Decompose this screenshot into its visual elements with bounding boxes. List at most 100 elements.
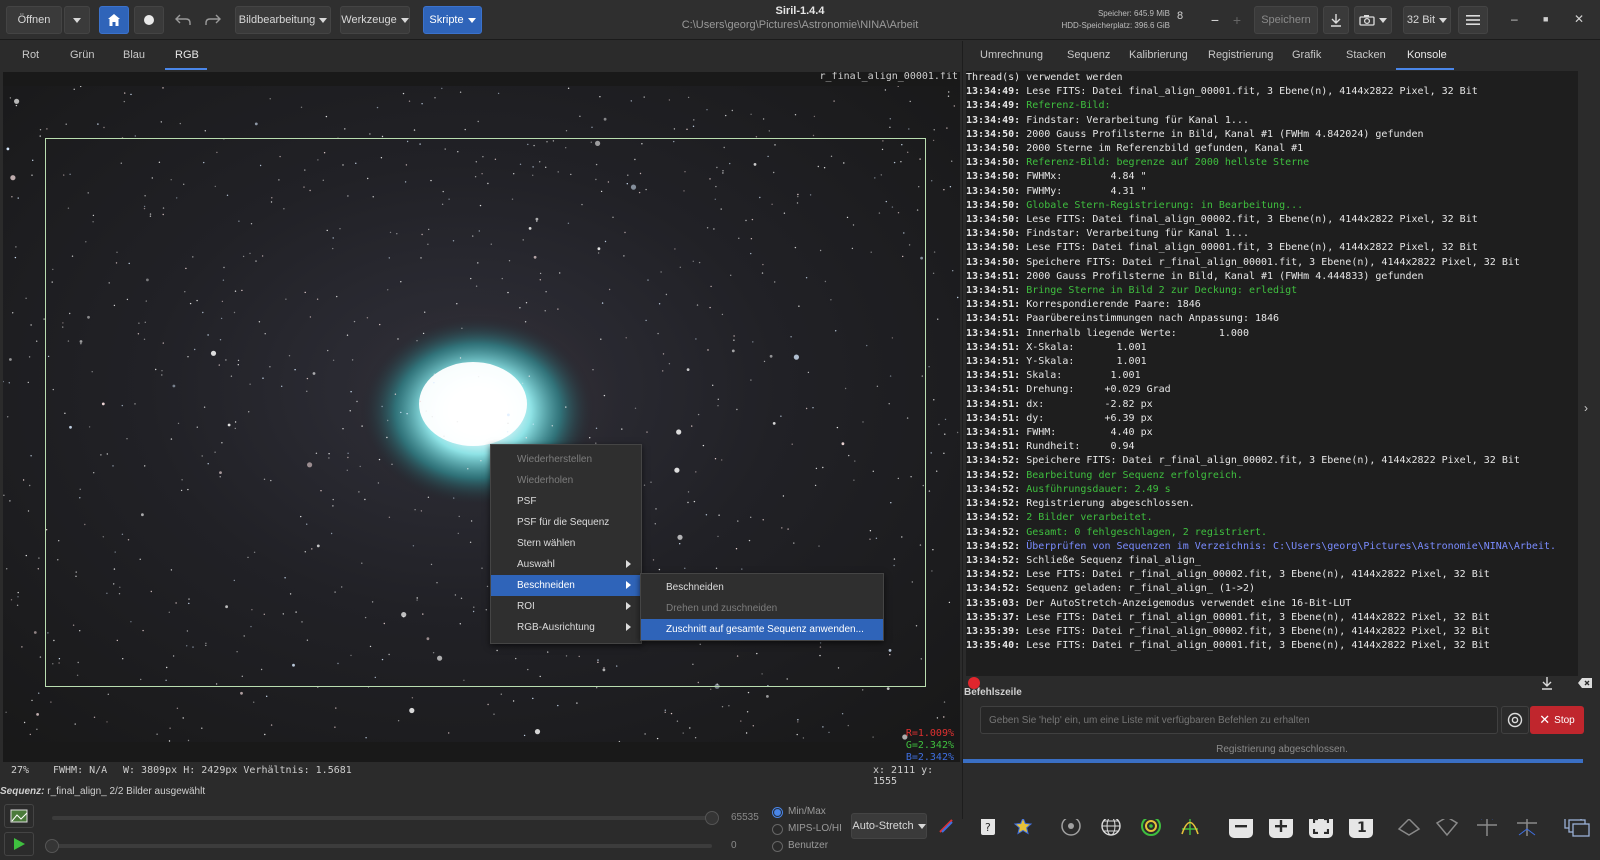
main-menu-button[interactable] xyxy=(1458,6,1488,34)
svg-text:1: 1 xyxy=(1357,820,1367,833)
tab-plot[interactable]: Grafik xyxy=(1292,49,1321,61)
stat-red: R=1.009% xyxy=(905,728,954,739)
threads-increase-button[interactable]: + xyxy=(1226,6,1248,34)
context-menu-item[interactable]: Wiederholen xyxy=(491,470,641,491)
color-map-button[interactable] xyxy=(931,811,961,841)
threads-decrease-button[interactable]: − xyxy=(1204,6,1226,34)
chevron-right-icon xyxy=(626,623,631,631)
max-slider-value: 65535 xyxy=(731,812,759,823)
menu-item-label: Wiederholen xyxy=(517,475,574,486)
tab-sequence[interactable]: Sequenz xyxy=(1067,49,1110,61)
console-timestamp: 13:34:52: xyxy=(966,512,1021,524)
tab-rgb[interactable]: RGB xyxy=(175,49,199,61)
command-input[interactable] xyxy=(980,706,1498,734)
tab-console[interactable]: Konsole xyxy=(1407,49,1447,61)
console-timestamp: 13:34:51: xyxy=(966,412,1021,424)
context-menu-item[interactable]: Stern wählen xyxy=(491,533,641,554)
console-line: 13:34:51: Y-Skala: 1.001 xyxy=(966,355,1578,369)
console-timestamp: 13:35:40: xyxy=(966,640,1021,652)
tab-conversion[interactable]: Umrechnung xyxy=(980,49,1043,61)
threads-value[interactable]: 8 xyxy=(1177,10,1197,22)
save-as-button[interactable] xyxy=(1323,6,1349,34)
disk-space: HDD-Speicherplatz: 396.6 GiB xyxy=(1061,21,1171,30)
scripts-menu[interactable]: Skripte xyxy=(423,6,482,34)
close-button[interactable]: ✕ xyxy=(1574,12,1584,26)
console-line: 13:34:50: 2000 Gauss Profilsterne in Bil… xyxy=(966,128,1578,142)
menu-item-label: PSF für die Sequenz xyxy=(517,517,610,528)
stop-label: Stop xyxy=(1554,714,1575,726)
console-line: 13:34:51: Drehung: +0.029 Grad xyxy=(966,383,1578,397)
console-line: 13:34:50: 2000 Sterne im Referenzbild ge… xyxy=(966,142,1578,156)
astro-image[interactable]: R=1.009% G=2.342% B=2.342% xyxy=(3,86,960,762)
crop-submenu: Beschneiden Drehen und zuschneiden Zuschni… xyxy=(640,573,884,641)
bitdepth-menu[interactable]: 32 Bit xyxy=(1403,6,1451,34)
context-menu-item[interactable]: ROI xyxy=(491,596,641,617)
fwhm-readout: FWHM: N/A xyxy=(53,765,108,776)
radio-minmax[interactable] xyxy=(772,807,783,818)
min-slider-knob[interactable] xyxy=(45,839,59,853)
console-line: 13:34:52: Schließe Sequenz final_align_ xyxy=(966,554,1578,568)
scripts-label: Skripte xyxy=(429,14,464,26)
context-menu-item[interactable]: PSF xyxy=(491,491,641,512)
stop-button[interactable]: ✕ Stop xyxy=(1530,706,1584,734)
console-log[interactable]: Thread(s) verwendet werden 13:34:49: Lese… xyxy=(966,71,1578,676)
undo-button[interactable] xyxy=(170,6,196,34)
tools-menu[interactable]: Werkzeuge xyxy=(340,6,410,34)
tab-registration[interactable]: Registrierung xyxy=(1208,49,1273,61)
console-line: 13:35:03: Der AutoStretch-Anzeigemodus v… xyxy=(966,597,1578,611)
chevron-down-icon xyxy=(917,823,926,829)
context-menu-item[interactable]: Wiederherstellen xyxy=(491,449,641,470)
image-processing-menu[interactable]: Bildbearbeitung xyxy=(235,6,331,34)
maximize-icon: ■ xyxy=(1543,14,1549,24)
submenu-item[interactable]: Zuschnitt auf gesamte Sequenz anwenden..… xyxy=(641,619,883,640)
maximize-button[interactable]: ■ xyxy=(1543,14,1548,24)
log-save-button[interactable] xyxy=(1541,676,1553,693)
console-line: 13:34:51: Paarübereinstimmungen nach Anp… xyxy=(966,312,1578,326)
context-menu-item[interactable]: PSF für die Sequenz xyxy=(491,512,641,533)
tab-calibration[interactable]: Kalibrierung xyxy=(1129,49,1188,61)
panel-expand-button[interactable]: › xyxy=(1584,401,1588,415)
tab-green[interactable]: Grün xyxy=(70,49,94,61)
minimize-button[interactable]: – xyxy=(1511,12,1518,26)
console-message: 2000 Sterne im Referenzbild gefunden, Ka… xyxy=(1020,143,1304,155)
tab-blue[interactable]: Blau xyxy=(123,49,145,61)
home-button[interactable] xyxy=(99,6,129,34)
chevron-down-icon xyxy=(319,17,328,23)
save-button[interactable]: Speichern xyxy=(1254,6,1318,34)
log-clear-button[interactable] xyxy=(1577,676,1593,693)
console-message: 2 Bilder verarbeitet. xyxy=(1020,512,1153,524)
context-menu-item[interactable]: Auswahl xyxy=(491,554,641,575)
command-help-button[interactable] xyxy=(1501,706,1529,734)
image-viewport[interactable]: r_final_align_00001.fit R=1.009% G=2.342… xyxy=(3,72,960,762)
star-annotate-icon xyxy=(1013,816,1033,835)
console-timestamp: 13:34:50: xyxy=(966,256,1021,268)
console-timestamp: 13:34:51: xyxy=(966,384,1021,396)
redo-button[interactable] xyxy=(200,6,226,34)
submenu-item[interactable]: Beschneiden xyxy=(641,577,883,598)
max-slider[interactable] xyxy=(52,816,712,820)
histogram-button[interactable] xyxy=(4,804,34,828)
recent-files-dropdown[interactable] xyxy=(64,6,90,34)
tab-red[interactable]: Rot xyxy=(22,49,39,61)
menu-item-label: Wiederherstellen xyxy=(517,454,593,465)
record-button[interactable] xyxy=(134,6,164,34)
console-line: 13:34:52: 2 Bilder verarbeitet. xyxy=(966,511,1578,525)
min-slider[interactable] xyxy=(52,844,712,848)
context-menu-item[interactable]: RGB-Ausrichtung xyxy=(491,617,641,638)
submenu-item[interactable]: Drehen und zuschneiden xyxy=(641,598,883,619)
play-button[interactable] xyxy=(4,832,34,856)
console-timestamp: 13:34:50: xyxy=(966,199,1021,211)
open-button[interactable]: Öffnen xyxy=(6,6,62,34)
undo-icon xyxy=(175,14,191,25)
radio-user[interactable] xyxy=(772,841,783,852)
context-menu-item[interactable]: Beschneiden xyxy=(491,575,641,596)
tab-stacking[interactable]: Stacken xyxy=(1346,49,1386,61)
console-timestamp: 13:34:51: xyxy=(966,398,1021,410)
console-timestamp: 13:35:39: xyxy=(966,625,1021,637)
radio-mips[interactable] xyxy=(772,824,783,835)
max-slider-knob[interactable] xyxy=(705,811,719,825)
console-timestamp: 13:34:51: xyxy=(966,427,1021,439)
snapshot-button[interactable] xyxy=(1354,6,1392,34)
console-timestamp: 13:34:52: xyxy=(966,540,1021,552)
display-mode-dropdown[interactable]: Auto-Stretch xyxy=(851,813,927,839)
